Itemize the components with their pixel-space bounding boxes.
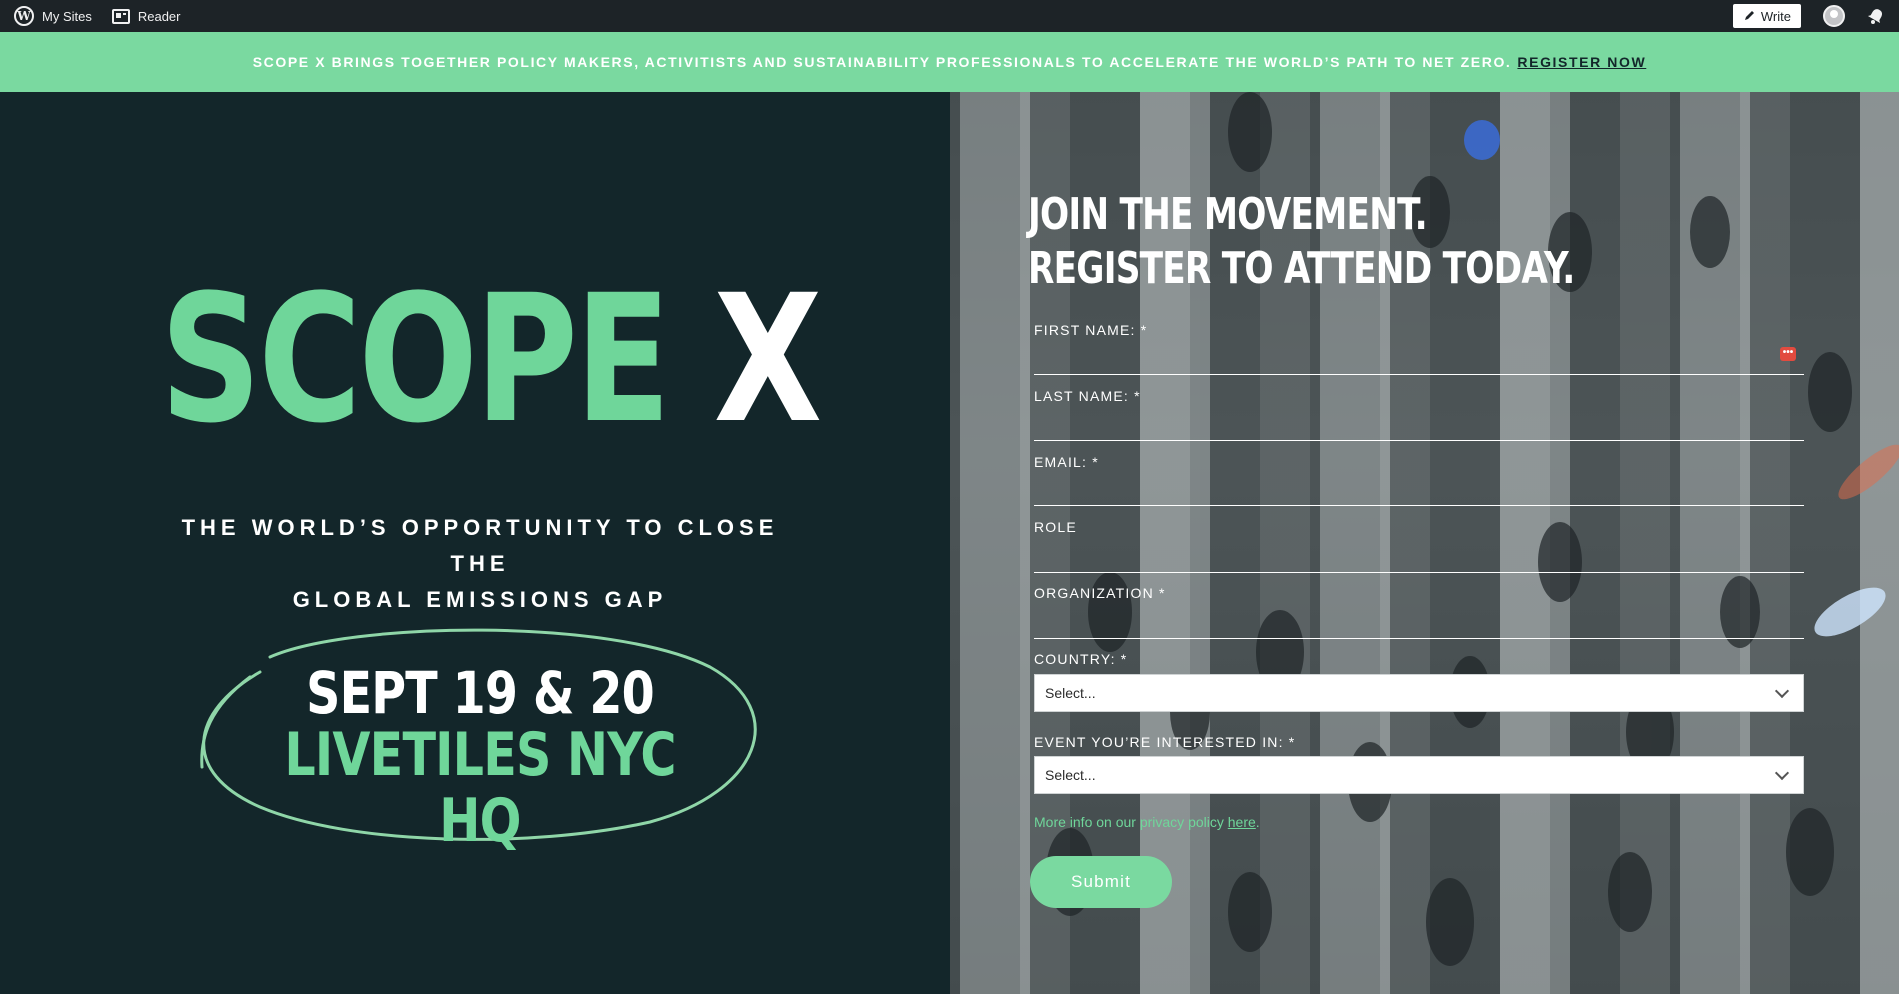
notifications-bell-icon[interactable] bbox=[1867, 7, 1885, 25]
first-name-label: FIRST NAME: * bbox=[1034, 322, 1148, 338]
avatar[interactable] bbox=[1823, 5, 1845, 27]
organization-underline bbox=[1034, 638, 1804, 639]
reader-label: Reader bbox=[137, 8, 181, 24]
event-label-wrap: EVENT YOU’RE INTERESTED IN: * bbox=[1034, 734, 1804, 750]
password-manager-icon[interactable]: ••• bbox=[1780, 347, 1796, 361]
event-date-text: SEPT 19 & 20 bbox=[306, 659, 655, 727]
privacy-text: More info on our privacy policy bbox=[1034, 814, 1228, 830]
wordpress-logo-icon: W bbox=[14, 6, 34, 26]
country-select[interactable]: Select... bbox=[1034, 674, 1804, 712]
country-select-value: Select... bbox=[1045, 685, 1096, 701]
registration-panel: JOIN THE MOVEMENT. REGISTER TO ATTEND TO… bbox=[950, 92, 1899, 994]
event-venue-text: LIVETILES NYC HQ bbox=[284, 720, 676, 856]
role-field: ROLE bbox=[1034, 519, 1804, 573]
organization-input[interactable] bbox=[1034, 603, 1804, 633]
register-now-link[interactable]: REGISTER NOW bbox=[1517, 54, 1646, 70]
organization-field: ORGANIZATION * bbox=[1034, 585, 1804, 639]
last-name-input[interactable] bbox=[1034, 406, 1804, 436]
reader-icon bbox=[111, 8, 130, 24]
event-select[interactable]: Select... bbox=[1034, 756, 1804, 794]
organization-label: ORGANIZATION * bbox=[1034, 585, 1166, 601]
brand-title-x: X bbox=[713, 257, 823, 462]
role-underline bbox=[1034, 572, 1804, 573]
country-label: COUNTRY: * bbox=[1034, 651, 1128, 667]
privacy-period: . bbox=[1255, 814, 1260, 830]
pen-icon bbox=[1744, 11, 1754, 20]
tagline-line-1: THE WORLD’S OPPORTUNITY TO CLOSE THE bbox=[181, 515, 779, 576]
tagline-line-2: GLOBAL EMISSIONS GAP bbox=[292, 587, 668, 612]
privacy-policy-link[interactable]: here bbox=[1228, 814, 1256, 830]
chevron-down-icon bbox=[1774, 765, 1790, 781]
tagline: THE WORLD’S OPPORTUNITY TO CLOSE THE GLO… bbox=[150, 510, 810, 618]
country-label-wrap: COUNTRY: * bbox=[1034, 651, 1804, 667]
first-name-field: FIRST NAME: * bbox=[1034, 322, 1804, 375]
write-button[interactable]: Write bbox=[1732, 4, 1801, 28]
submit-button[interactable]: Submit bbox=[1030, 856, 1172, 908]
my-sites-menu[interactable]: W My Sites bbox=[8, 0, 98, 32]
last-name-underline bbox=[1034, 440, 1804, 441]
chevron-down-icon bbox=[1774, 683, 1790, 699]
announcement-banner: SCOPE X BRINGS TOGETHER POLICY MAKERS, A… bbox=[0, 32, 1899, 92]
write-label: Write bbox=[1760, 8, 1791, 24]
role-label: ROLE bbox=[1034, 519, 1077, 535]
reader-menu[interactable]: Reader bbox=[106, 0, 187, 32]
event-venue: LIVETILES NYC HQ bbox=[200, 722, 760, 854]
banner-message: SCOPE X BRINGS TOGETHER POLICY MAKERS, A… bbox=[252, 54, 1512, 70]
form-title: JOIN THE MOVEMENT. REGISTER TO ATTEND TO… bbox=[1028, 188, 1575, 296]
my-sites-label: My Sites bbox=[42, 8, 92, 24]
first-name-underline bbox=[1034, 374, 1804, 375]
first-name-input[interactable] bbox=[1034, 340, 1804, 370]
form-title-line-1: JOIN THE MOVEMENT. bbox=[1028, 189, 1428, 240]
event-select-value: Select... bbox=[1045, 767, 1096, 783]
form-title-line-2: REGISTER TO ATTEND TODAY. bbox=[1028, 243, 1575, 294]
last-name-field: LAST NAME: * bbox=[1034, 388, 1804, 441]
event-label: EVENT YOU’RE INTERESTED IN: * bbox=[1034, 734, 1296, 750]
event-date: SEPT 19 & 20 bbox=[200, 660, 760, 726]
email-label: EMAIL: * bbox=[1034, 454, 1099, 470]
last-name-label: LAST NAME: * bbox=[1034, 388, 1141, 404]
admin-bar: W My Sites Reader Write bbox=[0, 0, 1899, 32]
privacy-note: More info on our privacy policy here. bbox=[1034, 814, 1260, 830]
email-input[interactable] bbox=[1034, 472, 1804, 502]
brand-title: SCOPE X bbox=[160, 272, 822, 448]
role-input[interactable] bbox=[1034, 537, 1804, 567]
email-field: EMAIL: * bbox=[1034, 454, 1804, 506]
email-underline bbox=[1034, 505, 1804, 506]
brand-title-scope: SCOPE bbox=[160, 257, 671, 462]
hero-panel: SCOPE X THE WORLD’S OPPORTUNITY TO CLOSE… bbox=[0, 92, 950, 994]
